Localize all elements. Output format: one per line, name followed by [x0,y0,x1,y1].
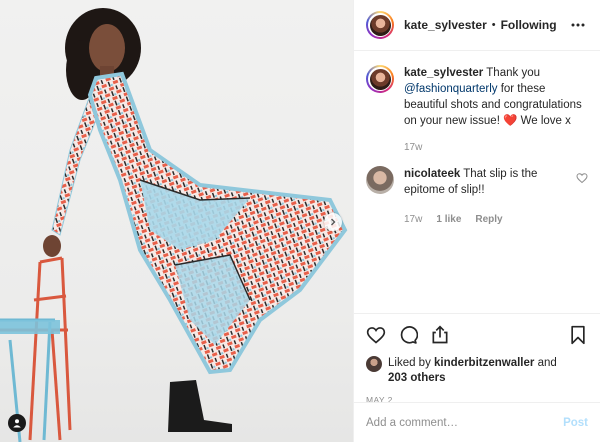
comment-avatar[interactable] [366,166,394,194]
instagram-post: kate_sylvester • Following kate_sylveste… [0,0,600,442]
comment-text-part: Thank you [483,67,540,79]
liker-avatar[interactable] [366,356,382,372]
likes-text: Liked by kinderbitzenwaller and 203 other… [388,356,557,386]
comment-text: kate_sylvester Thank you @fashionquarter… [404,65,588,129]
comment-username[interactable]: kate_sylvester [404,67,483,79]
comment-body: nicolateek That slip is the epitome of s… [404,166,574,228]
fashion-model-illustration [0,8,348,442]
comment-meta: 17w 1 like Reply [404,212,574,228]
more-options-button[interactable] [568,15,588,35]
comment-text: nicolateek That slip is the epitome of s… [404,166,574,198]
likes-prefix: Liked by [388,357,435,369]
chevron-right-icon [331,218,336,226]
header-separator: • [491,19,496,31]
likes-middle: and [534,357,557,369]
post-side-panel: kate_sylvester • Following kate_sylveste… [353,0,600,442]
comment-meta: 17w [404,140,588,156]
user-tag-icon [13,419,21,428]
tagged-users-button[interactable] [8,414,26,432]
caption-comment: kate_sylvester Thank you @fashionquarter… [366,65,588,156]
following-button[interactable]: Following [501,18,557,32]
post-comment-button[interactable]: Post [563,417,588,429]
share-icon[interactable] [430,325,450,345]
more-horizontal-icon [571,23,585,27]
likes-others-link[interactable]: 203 others [388,372,446,384]
heart-icon[interactable] [366,325,386,345]
like-comment-icon[interactable] [576,172,588,184]
reply-button[interactable]: Reply [475,212,502,228]
comment-body: kate_sylvester Thank you @fashionquarter… [404,65,588,156]
carousel-next-button[interactable] [324,213,342,231]
comment-input[interactable] [366,416,564,429]
liker-username[interactable]: kinderbitzenwaller [434,357,534,369]
action-bar [366,322,588,348]
list-item: nicolateek That slip is the epitome of s… [366,166,588,228]
comment-username[interactable]: nicolateek [404,168,460,180]
post-actions: Liked by kinderbitzenwaller and 203 other… [354,313,600,405]
author-username[interactable]: kate_sylvester [404,18,487,32]
post-header: kate_sylvester • Following [354,0,600,51]
comment-avatar[interactable] [366,65,394,93]
comment-timestamp[interactable]: 17w [404,212,422,228]
comment-timestamp[interactable]: 17w [404,140,422,156]
bookmark-icon[interactable] [568,325,588,345]
comment-icon[interactable] [398,325,418,345]
add-comment-bar: Post [354,402,600,442]
mention-link[interactable]: @fashionquarterly [404,83,498,95]
likes-summary: Liked by kinderbitzenwaller and 203 other… [366,356,588,386]
comment-likes-count[interactable]: 1 like [436,212,461,228]
author-avatar[interactable] [366,11,394,39]
post-photo[interactable] [0,0,353,442]
comments-list: kate_sylvester Thank you @fashionquarter… [354,51,600,313]
